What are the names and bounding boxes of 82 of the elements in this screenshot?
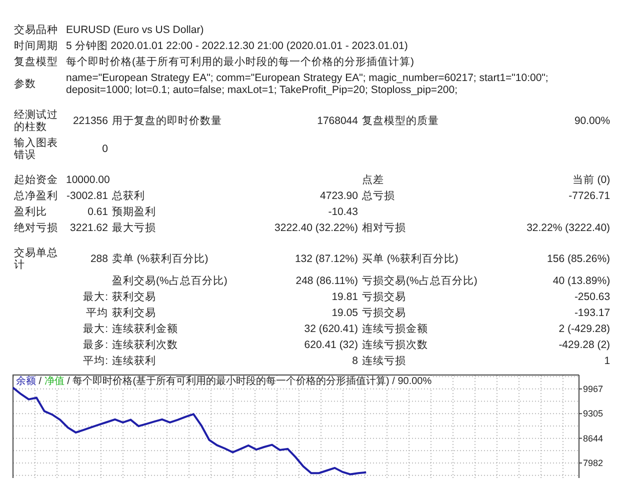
field-label: 复盘模型: [14, 56, 58, 68]
stat-label: 买单 (%获利百分比): [362, 253, 458, 265]
stat-label: 亏损交易(%占总百分比): [362, 275, 478, 287]
field-label: 时间周期: [14, 40, 58, 52]
stat-value: 1768044: [317, 115, 358, 127]
y-tick-label: 9305: [583, 408, 604, 419]
stat-value: 3222.40 (32.22%): [274, 222, 358, 234]
stat-label: 总净盈利: [14, 190, 58, 202]
stat-label: 绝对亏损: [14, 222, 58, 234]
y-tick-label: 9967: [583, 384, 604, 394]
stat-value: 156 (85.26%): [547, 253, 610, 265]
stat-value: 2 (-429.28): [558, 323, 610, 335]
stat-value: 32 (620.41): [304, 323, 358, 335]
stat-label: 起始资金: [14, 174, 58, 186]
legend-label: 净值: [44, 376, 64, 387]
y-tick-label: 7982: [583, 458, 604, 468]
stat-value: 19.05: [332, 307, 358, 319]
stat-value: 8: [352, 355, 358, 367]
stat-value: 3221.62: [70, 222, 108, 234]
stat-label: 连续亏损次数: [362, 339, 428, 351]
stat-label: 卖单 (%获利百分比): [112, 253, 208, 265]
stat-value: 32.22% (3222.40): [526, 222, 610, 234]
stat-label: 用于复盘的即时价数量: [112, 115, 222, 127]
stat-value: 平均: [86, 307, 108, 319]
stat-label: 连续亏损金额: [362, 323, 428, 335]
field-value: name="European Strategy EA"; comm="European Strategy EA"; magic_number=60217; start1="10:00"; deposit=1000; lot=0.1; auto=false; maxLot=1; TakeProfit_Pip=20; Stoploss_pip=200;: [66, 72, 548, 96]
stat-label: 输入图表错误: [14, 137, 58, 161]
stat-label: 点差: [362, 174, 384, 186]
field-value: 5 分钟图 2020.01.01 22:00 - 2022.12.30 21:00 (2020.01.01 - 2023.01.01): [66, 40, 408, 52]
field-label: 交易品种: [14, 24, 58, 36]
y-tick-label: 8644: [583, 433, 604, 444]
stat-value: 0.61: [88, 206, 108, 218]
stat-label: 获利交易: [112, 291, 156, 303]
stat-value: -250.63: [574, 291, 610, 303]
stat-value: 221356: [72, 115, 108, 127]
stat-value: 平均:: [83, 355, 108, 367]
stat-label: 连续获利金额: [112, 323, 178, 335]
stat-value: 248 (86.11%): [296, 275, 358, 287]
stat-label: 总获利: [112, 190, 145, 202]
stat-value: 19.81: [332, 291, 358, 303]
stat-value: -193.17: [574, 307, 610, 319]
stat-value: 最多:: [83, 339, 108, 351]
stat-value: 40 (13.89%): [552, 275, 610, 287]
stat-value: 10000.00: [66, 174, 110, 186]
stat-label: 交易单总计: [14, 247, 58, 271]
stat-label: 连续获利次数: [112, 339, 178, 351]
stat-value: -3002.81: [66, 190, 108, 202]
stat-value: 当前 (0): [572, 174, 610, 186]
stat-label: 相对亏损: [362, 222, 406, 234]
stat-value: -429.28 (2): [558, 339, 610, 351]
stat-label: 亏损交易: [362, 307, 406, 319]
stat-value: 288: [90, 253, 108, 265]
field-value: EURUSD (Euro vs US Dollar): [66, 24, 204, 36]
stat-value: 最大:: [83, 323, 108, 335]
stat-label: 经测试过的柱数: [14, 109, 58, 133]
stat-value: 132 (87.12%): [294, 253, 358, 265]
stat-label: 连续亏损: [362, 355, 406, 367]
stat-label: 最大亏损: [112, 222, 156, 234]
stat-label: 复盘模型的质量: [362, 115, 439, 127]
legend-model-text: 每个即时价格(基于所有可利用的最小时段的每一个价格的分形插值计算): [72, 376, 390, 387]
stat-value: 4723.90: [320, 190, 358, 202]
field-label: 参数: [14, 78, 36, 90]
stat-value: -10.43: [328, 206, 358, 218]
field-value: 每个即时价格(基于所有可利用的最小时段的每一个价格的分形插值计算): [66, 56, 414, 68]
stat-label: 亏损交易: [362, 291, 406, 303]
stat-value: 0: [102, 143, 108, 155]
stat-value: 最大:: [83, 291, 108, 303]
stat-label: 盈利交易(%占总百分比): [112, 275, 228, 287]
stat-value: 90.00%: [574, 115, 610, 127]
stat-value: 620.41 (32): [304, 339, 358, 351]
legend-separator: /: [38, 376, 42, 387]
stat-label: 盈利比: [14, 206, 47, 218]
stat-label: 获利交易: [112, 307, 156, 319]
stat-label: 连续获利: [112, 355, 156, 367]
stat-value: -7726.71: [568, 190, 610, 202]
stat-label: 预期盈利: [112, 206, 156, 218]
legend-separator: /: [67, 376, 70, 387]
legend-label: 余额: [16, 376, 36, 387]
stat-value: 1: [604, 355, 610, 367]
legend-separator: /: [392, 376, 395, 387]
stat-label: 总亏损: [362, 190, 395, 202]
legend-quality: 90.00%: [398, 376, 432, 387]
